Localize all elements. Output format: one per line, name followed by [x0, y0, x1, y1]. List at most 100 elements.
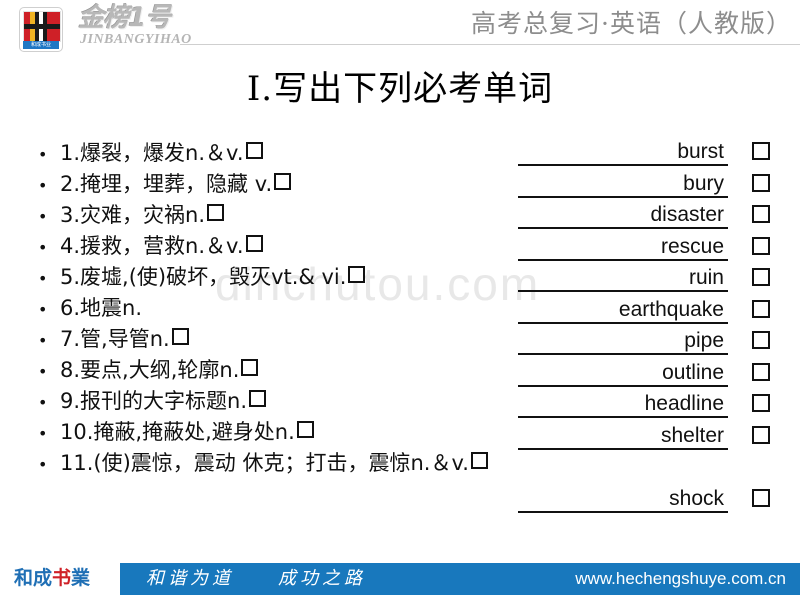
bullet-icon: • [38, 455, 48, 474]
answer-checkbox[interactable] [752, 142, 770, 160]
answer-row: outline [518, 359, 782, 391]
answer-checkbox[interactable] [752, 205, 770, 223]
question-body: 掩埋，埋葬，隐藏 v. [80, 172, 273, 196]
question-text: 1. [60, 141, 81, 165]
answer-blank[interactable]: shelter [518, 422, 728, 450]
question-text: 3. [60, 203, 81, 227]
answer-blank[interactable]: pipe [518, 327, 728, 355]
answer-blank[interactable]: outline [518, 359, 728, 387]
answer-row: rescue [518, 233, 782, 265]
question-row: • 1.爆裂，爆发n.＆v. [38, 138, 538, 169]
footer-logo-he: 和成 [14, 567, 53, 589]
answer-row: shock [518, 485, 782, 517]
bullet-icon: • [38, 176, 48, 195]
answer-row: ruin [518, 264, 782, 296]
question-text: 4. [60, 234, 81, 258]
question-checkbox[interactable] [274, 173, 292, 190]
question-body: 要点,大纲,轮廓n. [80, 358, 240, 382]
question-row: • 7.管,导管n. [38, 324, 538, 355]
bullet-icon: • [38, 393, 48, 412]
page-title: Ⅰ.写出下列必考单词 [246, 69, 554, 109]
bullet-icon: • [38, 238, 48, 257]
answer-blank[interactable]: disaster [518, 201, 728, 229]
publisher-logo-caption: 和成书业 [23, 41, 59, 49]
page-header: 和成书业 金榜1号 JINBANGYIHAO 高考总复习·英语（人教版） [0, 0, 800, 56]
series-brand-cn: 金榜1号 [78, 3, 171, 33]
question-text: 10. [60, 420, 94, 444]
question-body: 地震n. [80, 296, 143, 320]
question-row: • 8.要点,大纲,轮廓n. [38, 355, 538, 386]
question-checkbox[interactable] [249, 390, 267, 407]
question-list: • 1.爆裂，爆发n.＆v. • 2.掩埋，埋葬，隐藏 v. • 3.灾难，灾祸n. • 4.… [38, 138, 538, 479]
answer-blank[interactable]: burst [518, 138, 728, 166]
question-text: 6. [60, 296, 81, 320]
question-body: 报刊的大字标题n. [80, 389, 248, 413]
question-checkbox[interactable] [171, 328, 189, 345]
question-text: 9. [60, 389, 81, 413]
bullet-icon: • [38, 362, 48, 381]
answer-row: burst [518, 138, 782, 170]
question-text: 11. [60, 451, 94, 475]
answer-row: shelter [518, 422, 782, 454]
question-checkbox[interactable] [348, 266, 366, 283]
answer-row: disaster [518, 201, 782, 233]
footer-url[interactable]: www.hechengshuye.com.cn [575, 563, 786, 595]
answer-blank[interactable]: ruin [518, 264, 728, 292]
course-title: 高考总复习·英语（人教版） [471, 9, 792, 38]
question-row: • 11.(使)震惊，震动 休克；打击，震惊n.＆v. [38, 448, 538, 479]
answer-checkbox[interactable] [752, 489, 770, 507]
question-body: 援救，营救n.＆v. [80, 234, 244, 258]
answer-checkbox[interactable] [752, 299, 770, 318]
bullet-icon: • [38, 424, 48, 443]
answer-checkbox[interactable] [752, 236, 770, 255]
publisher-logo: 和成书业 [19, 7, 63, 52]
answer-checkbox[interactable] [752, 394, 770, 412]
footer-publisher-logo: 和成书業 [14, 566, 90, 590]
hc-monogram-icon [23, 11, 61, 42]
question-row: • 6.地震n. [38, 293, 538, 324]
question-body: 爆裂，爆发n.＆v. [80, 141, 244, 165]
answer-checkbox[interactable] [752, 331, 770, 349]
answer-blank[interactable]: bury [518, 170, 728, 198]
footer-logo-ye: 業 [71, 567, 91, 589]
question-checkbox[interactable] [245, 142, 263, 159]
answer-row: pipe [518, 327, 782, 359]
bullet-icon: • [38, 207, 48, 226]
question-checkbox[interactable] [245, 235, 263, 252]
question-row: • 4.援救，营救n.＆v. [38, 231, 538, 262]
question-checkbox[interactable] [296, 421, 314, 438]
series-brand: 金榜1号 JINBANGYIHAO [78, 4, 193, 50]
answer-list: burst bury disaster rescue ruin earthquake pip… [518, 138, 782, 517]
question-checkbox[interactable] [207, 204, 225, 221]
answer-row: earthquake [518, 296, 782, 328]
footer-logo-shu: 书 [52, 567, 72, 589]
answer-blank[interactable]: rescue [518, 233, 728, 261]
question-text: 2. [60, 172, 81, 196]
question-text: 7. [60, 327, 81, 351]
bullet-icon: • [38, 300, 48, 319]
header-divider [180, 44, 800, 45]
answer-row: bury [518, 170, 782, 202]
question-checkbox[interactable] [470, 452, 488, 469]
answer-blank[interactable]: earthquake [518, 296, 728, 324]
question-body: 灾难，灾祸n. [80, 203, 206, 227]
page-footer: 和成书業 和谐为道 成功之路 www.hechengshuye.com.cn [0, 556, 800, 600]
footer-banner: 和谐为道 成功之路 www.hechengshuye.com.cn [120, 563, 800, 595]
footer-slogan: 和谐为道 成功之路 [146, 568, 366, 589]
question-text: 5. [60, 265, 81, 289]
question-checkbox[interactable] [241, 359, 259, 376]
question-row: • 5.废墟,(使)破坏，毁灭vt.& vi. [38, 262, 538, 293]
answer-checkbox[interactable] [752, 362, 770, 381]
answer-blank[interactable]: shock [518, 485, 728, 513]
answer-blank[interactable]: headline [518, 390, 728, 418]
question-row: • 10.掩蔽,掩蔽处,避身处n. [38, 417, 538, 448]
answer-checkbox[interactable] [752, 173, 770, 192]
question-row: • 2.掩埋，埋葬，隐藏 v. [38, 169, 538, 200]
answer-checkbox[interactable] [752, 425, 770, 444]
answer-row: headline [518, 390, 782, 422]
question-text: 8. [60, 358, 81, 382]
question-row: • 9.报刊的大字标题n. [38, 386, 538, 417]
answer-checkbox[interactable] [752, 268, 770, 286]
question-body: 掩蔽,掩蔽处,避身处n. [93, 420, 295, 444]
bullet-icon: • [38, 269, 48, 288]
